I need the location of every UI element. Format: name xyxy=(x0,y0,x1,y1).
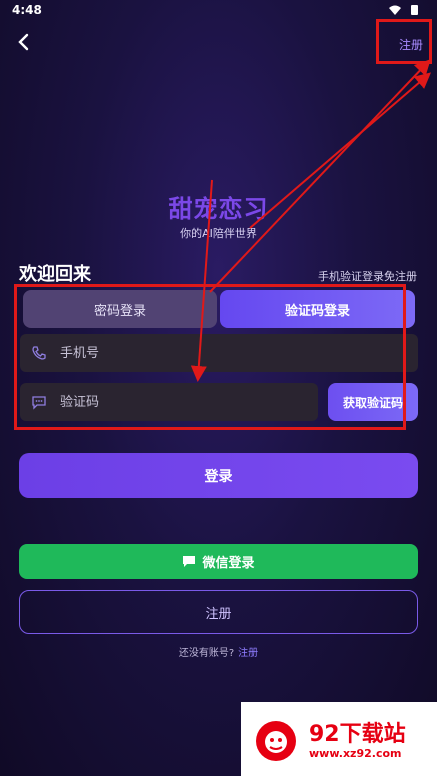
watermark-logo-icon xyxy=(256,721,296,761)
watermark: 92下载站 www.xz92.com xyxy=(241,702,437,776)
arrow-to-register-2 xyxy=(249,72,432,229)
arrow-to-form xyxy=(190,179,213,382)
arrow-to-register xyxy=(209,59,431,293)
watermark-name: 92下载站 xyxy=(309,722,406,747)
watermark-url: www.xz92.com xyxy=(309,747,402,760)
annotation-arrows xyxy=(190,59,432,382)
